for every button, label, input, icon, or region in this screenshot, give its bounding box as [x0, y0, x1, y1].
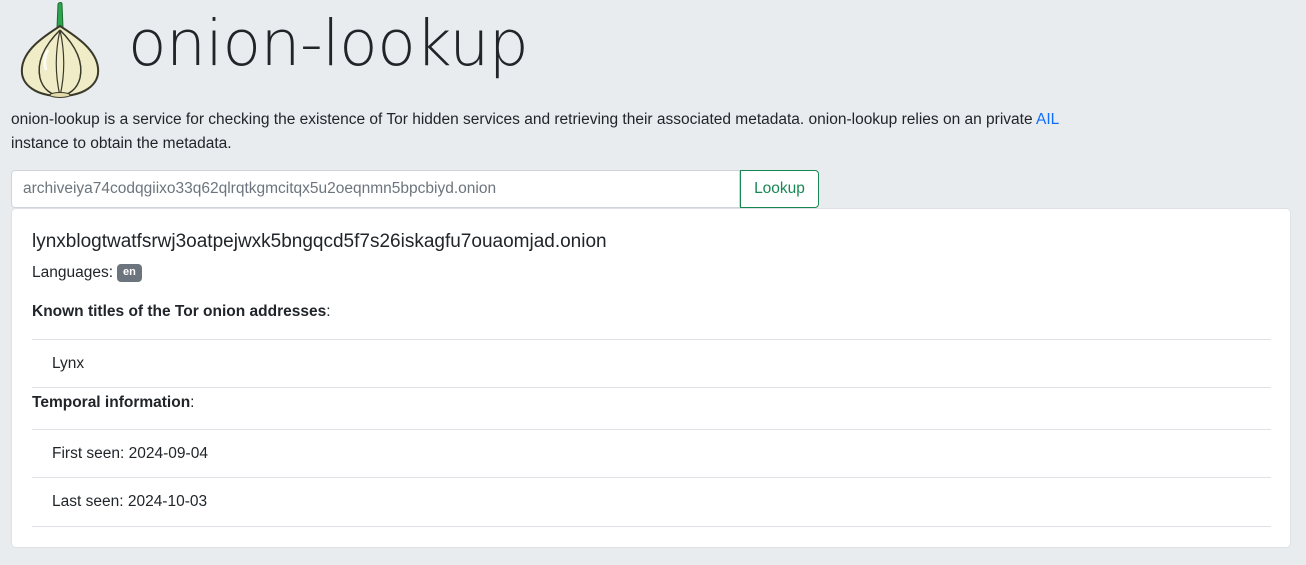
header [18, 0, 102, 100]
known-titles-heading: Known titles of the Tor onion addresses: [32, 303, 331, 320]
languages-label: Languages: [32, 264, 114, 281]
page-title: onion-lookup [128, 7, 529, 80]
title-list-item: Lynx [32, 339, 1271, 388]
garlic-onion-logo-icon [20, 2, 100, 98]
last-seen-item: Last seen: 2024-10-03 [32, 478, 1271, 527]
temporal-heading: Temporal information: [32, 394, 195, 411]
languages-row: Languages: en [32, 264, 142, 282]
first-seen-item: First seen: 2024-09-04 [32, 429, 1271, 478]
known-titles-label: Known titles of the Tor onion addresses [32, 303, 327, 320]
intro-text-before: onion-lookup is a service for checking t… [11, 111, 1037, 128]
onion-address-heading: lynxblogtwatfsrwj3oatpejwxk5bngqcd5f7s26… [32, 231, 607, 252]
lookup-button[interactable]: Lookup [740, 170, 819, 208]
intro-text-after: instance to obtain the metadata. [11, 135, 232, 152]
ail-link[interactable]: AIL [1036, 111, 1059, 128]
language-badge: en [117, 264, 142, 282]
result-card: lynxblogtwatfsrwj3oatpejwxk5bngqcd5f7s26… [11, 208, 1291, 548]
onion-address-input[interactable] [11, 170, 740, 208]
search-form: Lookup [11, 170, 819, 208]
temporal-label: Temporal information [32, 394, 191, 411]
intro-text: onion-lookup is a service for checking t… [11, 108, 1111, 156]
